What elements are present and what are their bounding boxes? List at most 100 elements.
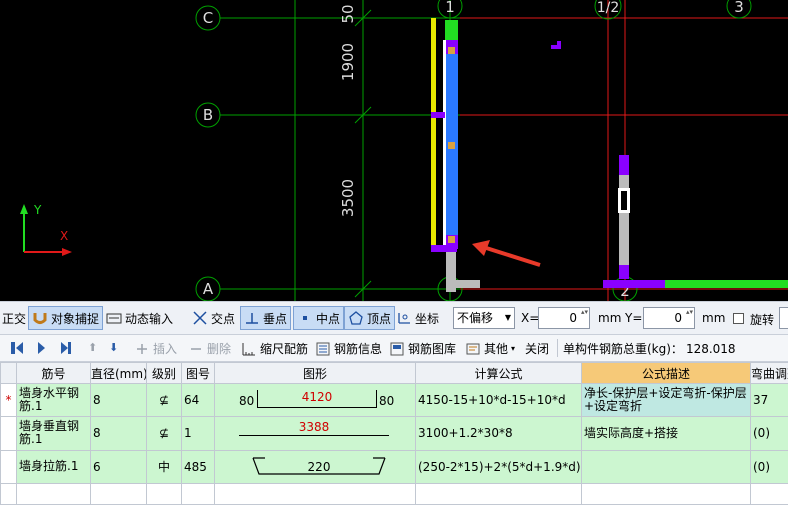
insert-icon — [134, 341, 150, 357]
cell-grade[interactable]: ⊈ — [146, 416, 182, 451]
cell-shape[interactable]: 220 — [214, 449, 416, 484]
shape-left-length: 80 — [239, 393, 255, 408]
total-weight-label: 单构件钢筋总重(kg)： — [563, 342, 683, 356]
col-header-description[interactable]: 公式描述 — [581, 361, 751, 385]
shape-drawing: 220 — [217, 452, 415, 481]
cell-name[interactable]: 墙身拉筋.1 — [16, 449, 91, 484]
col-header-name[interactable]: 筋号 — [16, 361, 91, 385]
cell-formula[interactable]: (250-2*15)+2*(5*d+1.9*d) — [415, 449, 582, 484]
move-down-icon[interactable]: ⬇ — [109, 341, 118, 354]
cell-figure[interactable]: 485 — [181, 449, 215, 484]
total-weight: 单构件钢筋总重(kg)： 128.018 — [563, 338, 736, 359]
rotate-checkbox[interactable] — [733, 313, 744, 324]
last-record-bar — [68, 342, 71, 354]
ortho-button[interactable]: 正交 — [2, 306, 26, 330]
delete-button[interactable]: 删除 — [188, 338, 231, 359]
intersection-label: 交点 — [211, 311, 236, 326]
vertex-snap-button[interactable]: 顶点 — [344, 306, 396, 330]
cell-grade[interactable]: ⊈ — [146, 383, 182, 418]
intersection-snap-button[interactable]: 交点 — [192, 306, 235, 330]
magnet-icon — [32, 310, 48, 326]
cell-figure[interactable]: 64 — [181, 383, 215, 418]
cell-bend[interactable]: (0) — [750, 449, 788, 484]
offset-mode-select[interactable]: 不偏移 ▼ — [453, 307, 515, 329]
table-row[interactable]: * 墙身水平钢筋.1 8 ⊈ 64 80 4120 80 4150-15+10*… — [0, 383, 788, 418]
other-menu-button[interactable]: 其他 ▾ — [465, 338, 515, 359]
rebar-toolbar: ⬆ ⬇ 插入 删除 缩尺配筋 钢筋信息 钢筋图库 其他 ▾ 关闭 单构件钢筋总重… — [0, 335, 788, 362]
cell-shape[interactable]: 3388 — [214, 416, 416, 451]
y-label: Y= — [625, 311, 643, 325]
x-unit: mm — [598, 311, 622, 325]
perpendicular-label: 垂点 — [263, 311, 288, 326]
other-icon — [465, 341, 481, 357]
cell-diameter[interactable]: 8 — [90, 416, 147, 451]
first-record-bar — [11, 342, 15, 354]
midpoint-snap-button[interactable]: 中点 — [293, 306, 345, 330]
perpendicular-snap-button[interactable]: 垂点 — [240, 306, 292, 330]
first-record-icon[interactable] — [16, 342, 23, 354]
rebar-library-button[interactable]: 钢筋图库 — [389, 338, 456, 359]
move-up-icon[interactable]: ⬆ — [88, 341, 97, 354]
x-input[interactable]: 0 — [538, 307, 590, 329]
object-snap-button[interactable]: 对象捕捉 — [28, 306, 104, 330]
cell-formula[interactable]: 3100+1.2*30*8 — [415, 416, 582, 451]
ortho-label: 正交 — [2, 311, 27, 326]
close-button[interactable]: 关闭 — [525, 338, 549, 359]
snap-toolbar: 正交 对象捕捉 动态输入 交点 垂点 中点 顶点 坐标 不偏移 ▼ X= 0 m… — [0, 301, 788, 335]
table-row[interactable]: 墙身垂直钢筋.1 8 ⊈ 1 3388 3100+1.2*30*8 墙实际高度+… — [0, 416, 788, 451]
row-marker[interactable]: * — [0, 383, 17, 418]
last-record-icon[interactable] — [61, 342, 68, 354]
cell-name[interactable]: 墙身垂直钢筋.1 — [16, 416, 91, 451]
table-header: 筋号 直径(mm) 级别 图号 图形 计算公式 公式描述 弯曲调整 — [0, 361, 788, 385]
library-icon — [389, 341, 405, 357]
chevron-down-icon: ▼ — [504, 313, 511, 322]
cell-grade[interactable]: 中 — [146, 449, 182, 484]
rotate-input[interactable] — [779, 307, 788, 329]
rebar-info-button[interactable]: 钢筋信息 — [315, 338, 382, 359]
keyboard-icon — [106, 310, 122, 326]
col-header-figure[interactable]: 图号 — [181, 361, 215, 385]
row-marker[interactable] — [0, 416, 17, 451]
col-header-diameter[interactable]: 直径(mm) — [90, 361, 147, 385]
scale-rebar-label: 缩尺配筋 — [260, 342, 309, 356]
cell-description[interactable]: 净长-保护层+设定弯折-保护层+设定弯折 — [581, 383, 751, 418]
cell-figure[interactable]: 1 — [181, 416, 215, 451]
insert-button[interactable]: 插入 — [134, 338, 177, 359]
vertex-label: 顶点 — [367, 311, 392, 326]
table-row[interactable]: 墙身拉筋.1 6 中 485 220 (250-2*15)+2*(5*d+1.9… — [0, 449, 788, 484]
col-header-bend[interactable]: 弯曲调整 — [750, 361, 788, 385]
cell-name[interactable]: 墙身水平钢筋.1 — [16, 383, 91, 418]
cell-formula[interactable]: 4150-15+10*d-15+10*d — [415, 383, 582, 418]
rebar-table: 筋号 直径(mm) 级别 图号 图形 计算公式 公式描述 弯曲调整 * 墙身水平… — [0, 361, 788, 505]
coordinate-button[interactable]: 坐标 — [396, 306, 439, 330]
shape-drawing: 3388 — [217, 419, 415, 448]
x-value: 0 — [569, 311, 577, 325]
midpoint-label: 中点 — [316, 311, 341, 326]
cell-description[interactable] — [581, 449, 751, 484]
col-header-shape[interactable]: 图形 — [214, 361, 416, 385]
cell-diameter[interactable]: 6 — [90, 449, 147, 484]
row-marker[interactable] — [0, 449, 17, 484]
dynamic-input-button[interactable]: 动态输入 — [106, 306, 173, 330]
ruler-icon — [241, 341, 257, 357]
cell-bend[interactable]: 37 — [750, 383, 788, 418]
rebar-library-label: 钢筋图库 — [408, 342, 457, 356]
other-label: 其他 — [484, 342, 509, 356]
next-record-icon[interactable] — [38, 342, 45, 354]
cell-bend[interactable]: (0) — [750, 416, 788, 451]
scale-rebar-button[interactable]: 缩尺配筋 — [241, 338, 308, 359]
toolbar-divider — [557, 339, 558, 357]
col-header-grade[interactable]: 级别 — [146, 361, 182, 385]
midpoint-icon — [297, 310, 313, 326]
col-header-formula[interactable]: 计算公式 — [415, 361, 582, 385]
object-snap-label: 对象捕捉 — [51, 311, 100, 326]
table-row-empty[interactable] — [0, 482, 788, 505]
y-input[interactable]: 0 — [643, 307, 695, 329]
shape-main-length: 220 — [307, 460, 331, 475]
cell-description[interactable]: 墙实际高度+搭接 — [581, 416, 751, 451]
cross-icon — [192, 310, 208, 326]
rebar-info-icon — [315, 341, 331, 357]
shape-straight-bar — [239, 434, 389, 436]
cell-shape[interactable]: 80 4120 80 — [214, 383, 416, 418]
cell-diameter[interactable]: 8 — [90, 383, 147, 418]
